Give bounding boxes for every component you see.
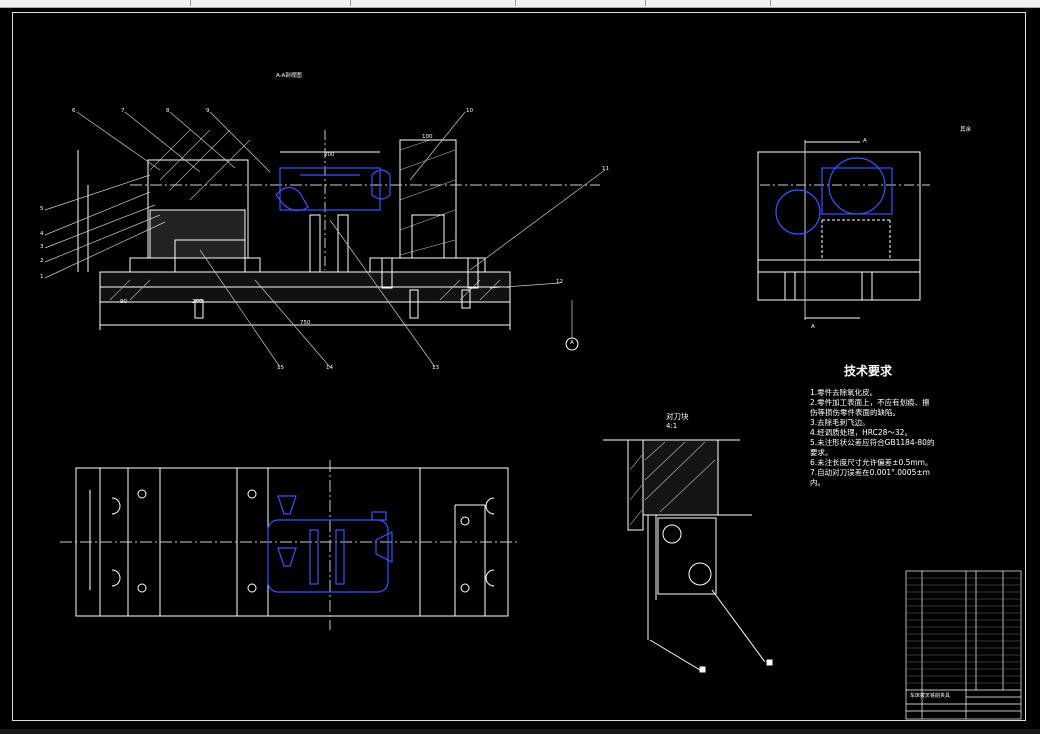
side-view [757,140,930,320]
callout-10: 10 [466,108,473,114]
dimension-750: 750 [300,320,311,326]
knife-block-title: 对刀块 [666,412,689,421]
dimension-90: 90 [120,299,127,305]
callout-13: 13 [432,365,439,371]
tech-line: 2.零件加工表面上，不应有划痕、擦 [810,398,930,407]
view-marker-a-top: A [863,138,867,144]
callout-12: 12 [556,279,563,285]
tech-line: 伤等损伤零件表面的缺陷。 [810,408,900,417]
callout-1: 1 [40,274,44,280]
callout-6: 6 [72,108,76,114]
tech-line: 5.未注形状公差应符合GB1184-80的 [810,438,935,447]
callout-8: 8 [166,108,170,114]
section-view-title: A-A剖视图 [276,73,302,79]
tech-line: 要求。 [810,448,833,457]
section-view-a-a [77,129,600,330]
tech-line: 7.自动对刀误差在0.001°.0005±m [810,468,930,477]
view-marker-a-bottom: A [811,324,815,330]
dimension-200: 200 [324,152,335,158]
surface-roughness-note: 其余 [960,127,972,133]
tech-requirements-title: 技术要求 [844,364,893,378]
callout-4: 4 [40,231,44,237]
side-view-workpiece [775,157,893,235]
tech-line: 6.未注长度尺寸允许偏差±0.5mm。 [810,458,933,467]
callout-9: 9 [206,108,210,114]
callout-7: 7 [121,108,125,114]
tech-line: 3.去除毛刺飞边。 [810,418,870,427]
plan-view [60,460,520,630]
workpiece-outline [275,167,391,212]
callout-14: 14 [326,365,333,371]
knife-block-detail [603,439,766,671]
callout-3: 3 [40,244,44,250]
dimension-200-base: 200 [192,299,203,305]
title-block-name: 车床拨叉铣削夹具 [910,693,951,699]
callout-5: 5 [40,206,44,212]
callout-2: 2 [40,258,44,264]
callout-11: 11 [602,166,609,172]
status-strip [0,729,1040,734]
section-mark-a: A [570,340,574,346]
tech-line: 1.零件去除氧化皮。 [810,388,878,397]
callout-15: 15 [277,365,284,371]
knife-block-scale: 4:1 [666,422,678,430]
tech-requirements-list: 1.零件去除氧化皮。 2.零件加工表面上，不应有划痕、擦 伤等损伤零件表面的缺陷… [810,388,934,488]
dimension-100: 100 [422,134,433,140]
tech-line: 内。 [810,478,825,487]
tech-line: 4.经调质处理，HRC28～32。 [810,428,912,437]
